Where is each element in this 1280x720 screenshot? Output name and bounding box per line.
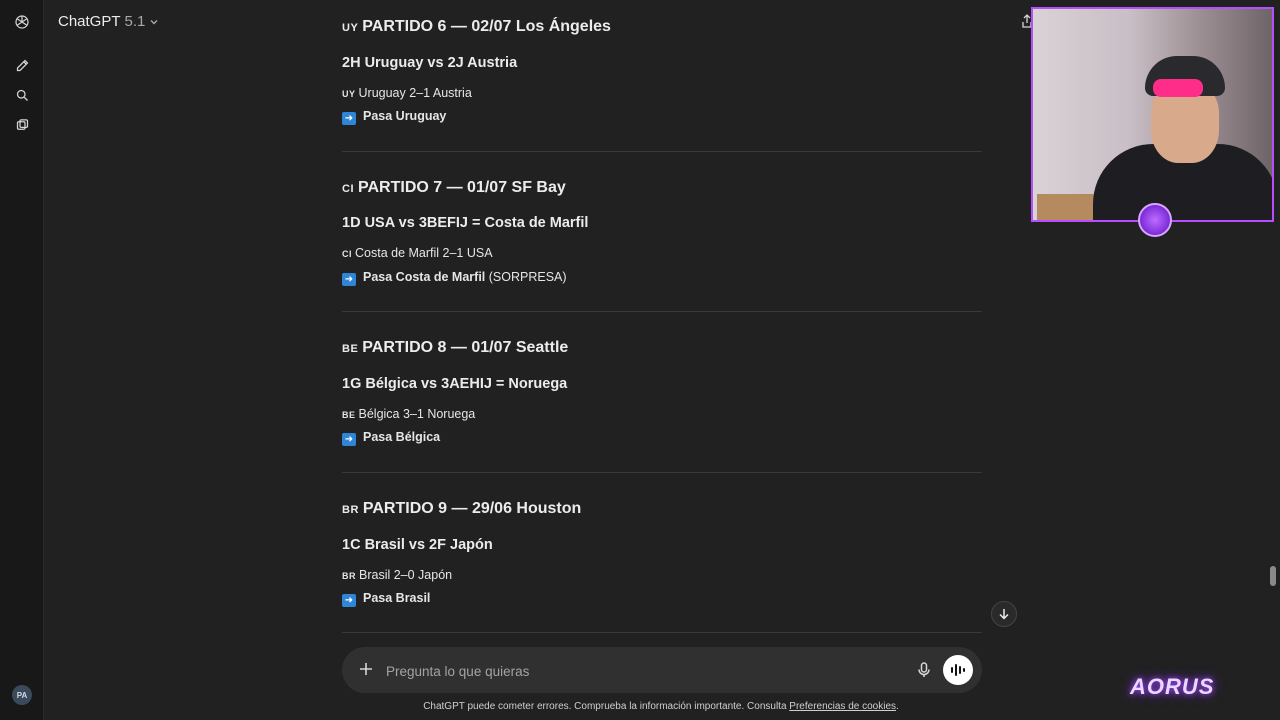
voice-mode-icon: [951, 664, 965, 676]
streamer-badge-icon: [1138, 203, 1172, 237]
flag-be-icon: BE: [342, 343, 359, 355]
match-title: UY PARTIDO 6 — 02/07 Los Ángeles: [342, 18, 611, 35]
flag-ci-icon: CI: [342, 249, 352, 259]
flag-be-icon: BE: [342, 410, 356, 420]
divider: [342, 151, 982, 152]
divider: [342, 472, 982, 473]
match-title: CI PARTIDO 7 — 01/07 SF Bay: [342, 179, 566, 196]
divider: [342, 632, 982, 633]
match-advance: ➜ Pasa Bélgica: [342, 430, 440, 446]
match-advance: ➜ Pasa Uruguay: [342, 109, 446, 125]
flag-br-icon: BR: [342, 571, 356, 581]
composer: [342, 647, 982, 693]
new-chat-icon[interactable]: [12, 55, 32, 75]
match-advance: ➜ Pasa Brasil: [342, 591, 430, 607]
match-result: BR Brasil 2–0 Japón: [342, 568, 453, 582]
model-version: 5.1: [124, 13, 146, 30]
match-matchup: 1C Brasil vs 2F Japón: [342, 537, 493, 553]
match-title: BE PARTIDO 8 — 01/07 Seattle: [342, 339, 569, 356]
scroll-down-button[interactable]: [991, 601, 1017, 627]
aorus-logo: AORUS: [1130, 674, 1215, 699]
flag-uy-icon: UY: [342, 89, 356, 99]
chevron-down-icon: [150, 19, 158, 24]
arrow-down-icon: [999, 609, 1009, 620]
library-icon[interactable]: [12, 115, 32, 135]
cam-person-hair: [1153, 79, 1203, 97]
webcam-overlay: [1031, 7, 1274, 222]
right-arrow-emoji-icon: ➜: [342, 594, 356, 607]
right-arrow-emoji-icon: ➜: [342, 433, 356, 446]
match-matchup: 2H Uruguay vs 2J Austria: [342, 55, 518, 71]
cookie-preferences-link[interactable]: Preferencias de cookies: [789, 701, 896, 712]
sidebar-rail: PA: [0, 0, 44, 720]
match-matchup: 1G Bélgica vs 3AEHIJ = Noruega: [342, 376, 568, 392]
match-advance: ➜ Pasa Costa de Marfil (SORPRESA): [342, 270, 567, 286]
match-title: BR PARTIDO 9 — 29/06 Houston: [342, 500, 582, 517]
microphone-icon[interactable]: [914, 660, 934, 680]
match-result: CI Costa de Marfil 2–1 USA: [342, 246, 493, 260]
match-result: BE Bélgica 3–1 Noruega: [342, 407, 476, 421]
cam-background-box: [1037, 194, 1097, 220]
footer-disclaimer: ChatGPT puede cometer errores. Comprueba…: [423, 701, 899, 712]
plus-icon[interactable]: [356, 659, 376, 679]
divider: [342, 311, 982, 312]
model-selector[interactable]: ChatGPT 5.1: [58, 13, 159, 30]
model-name: ChatGPT: [58, 13, 121, 30]
right-arrow-emoji-icon: ➜: [342, 273, 356, 286]
prompt-input[interactable]: [384, 659, 888, 683]
voice-mode-button[interactable]: [943, 655, 973, 685]
right-arrow-emoji-icon: ➜: [342, 112, 356, 125]
flag-br-icon: BR: [342, 504, 359, 516]
search-icon[interactable]: [12, 85, 32, 105]
openai-logo-icon[interactable]: [12, 12, 32, 32]
scrollbar-thumb[interactable]: [1270, 566, 1276, 586]
match-result: UY Uruguay 2–1 Austria: [342, 86, 472, 100]
match-matchup: 1D USA vs 3BEFIJ = Costa de Marfil: [342, 215, 589, 231]
flag-uy-icon: UY: [342, 22, 359, 34]
flag-ci-icon: CI: [342, 183, 354, 195]
